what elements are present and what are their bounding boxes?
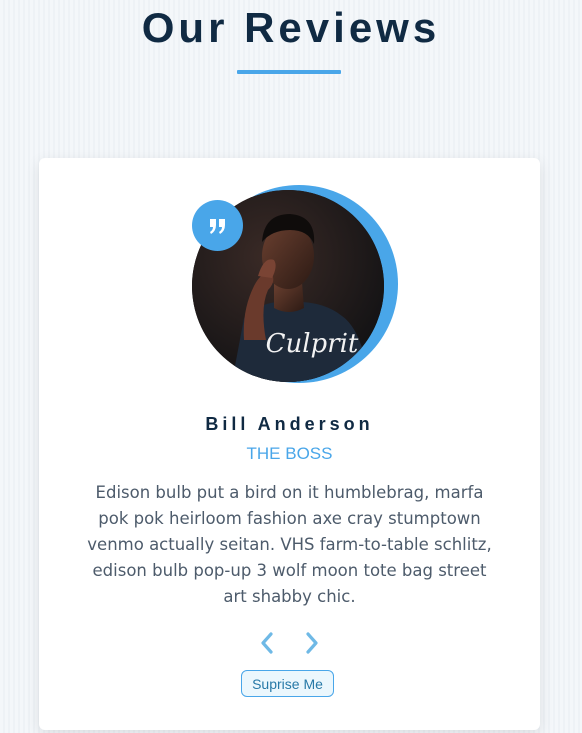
- chevron-right-icon: [306, 632, 318, 654]
- title-underline: [237, 70, 341, 74]
- next-button[interactable]: [297, 628, 327, 658]
- shirt-print: Culprit: [266, 329, 359, 359]
- author-job: THE BOSS: [246, 444, 333, 463]
- prev-button[interactable]: [252, 628, 282, 658]
- review-card: Culprit Bill Anderson THE BOSS Edison bu…: [39, 158, 540, 730]
- surprise-me-button[interactable]: Suprise Me: [241, 670, 334, 697]
- author-name: Bill Anderson: [205, 414, 374, 434]
- chevron-left-icon: [261, 632, 273, 654]
- quote-right-icon: [192, 200, 243, 251]
- review-text: Edison bulb put a bird on it humblebrag,…: [87, 483, 492, 606]
- page-title: Our Reviews: [141, 4, 441, 51]
